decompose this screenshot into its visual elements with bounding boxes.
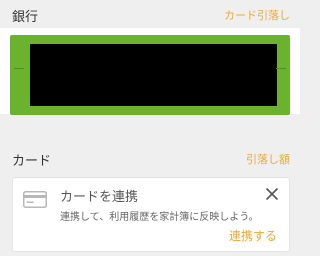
bank-account-card[interactable]	[10, 35, 290, 115]
app-screen: 銀行 カード引落し カード 引落し額 カードを連携 連携して、利用履歴を家計簿に…	[0, 0, 300, 256]
frame-notch-left	[14, 68, 24, 69]
credit-card-icon	[23, 191, 47, 208]
connect-card-title: カードを連携	[60, 190, 139, 205]
redacted-bank-info	[30, 44, 277, 106]
connect-button[interactable]: 連携する	[229, 227, 277, 244]
bank-panel	[0, 28, 300, 115]
connect-card-panel: カードを連携 連携して、利用履歴を家計簿に反映しよう。 連携する	[12, 177, 290, 252]
card-debit-link[interactable]: カード引落し	[224, 7, 290, 23]
connect-card-description: 連携して、利用履歴を家計簿に反映しよう。	[60, 212, 259, 223]
bank-section-header: 銀行 カード引落し	[0, 0, 300, 28]
close-icon[interactable]	[265, 186, 279, 200]
debit-amount-link[interactable]: 引落し額	[246, 151, 290, 167]
card-section-header: カード 引落し額	[0, 144, 300, 172]
frame-notch-right	[276, 68, 286, 69]
card-section-title: カード	[12, 154, 52, 169]
bank-section-title: 銀行	[12, 10, 39, 25]
